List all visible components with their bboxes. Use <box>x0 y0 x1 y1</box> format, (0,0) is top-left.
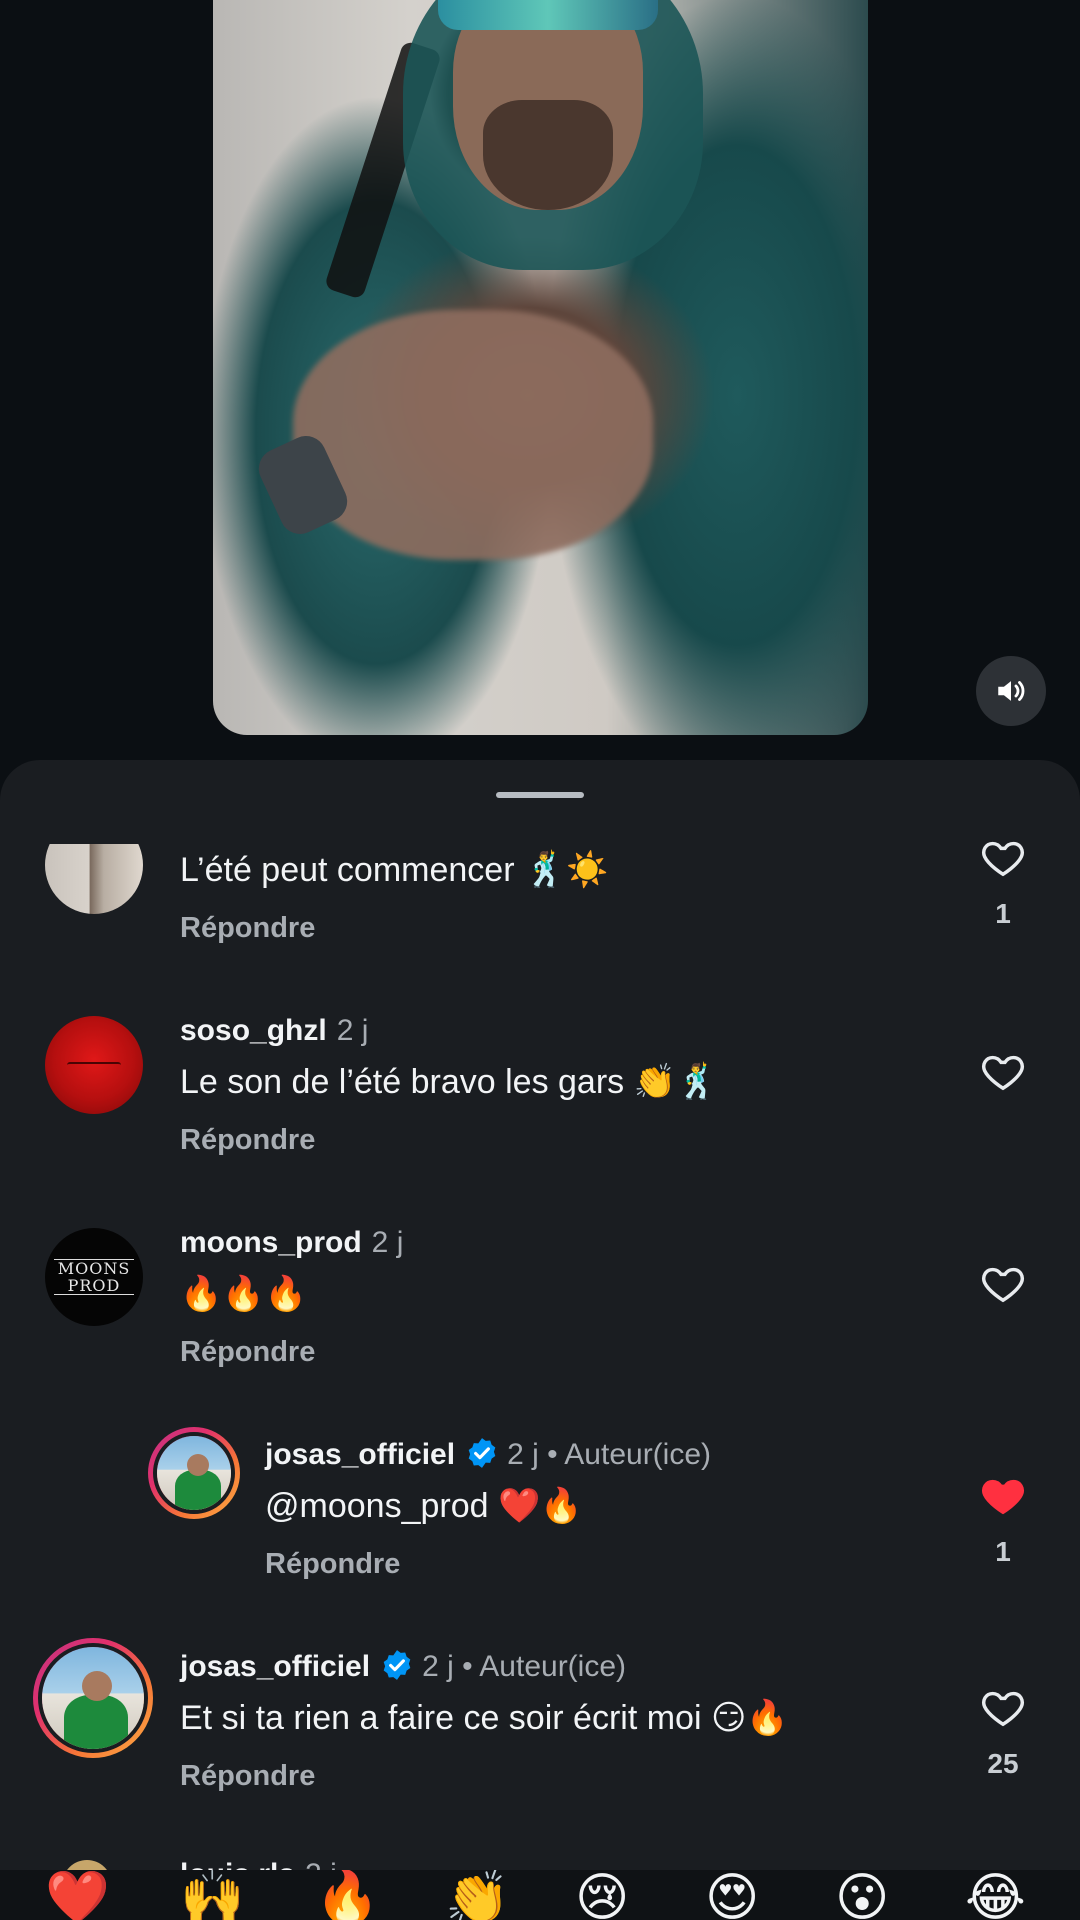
video-beard <box>483 100 613 210</box>
emoji-raised-hands[interactable]: 🙌 <box>180 1870 245 1920</box>
emoji-clap[interactable]: 👏 <box>445 1870 510 1920</box>
comment-text: 🔥🔥🔥 <box>180 1275 308 1313</box>
verified-badge-icon <box>383 1650 411 1680</box>
sound-toggle-button[interactable] <box>976 656 1046 726</box>
avatar[interactable] <box>45 1016 143 1114</box>
emoji-heart[interactable]: ❤️ <box>45 1870 110 1920</box>
heart-icon[interactable] <box>980 1048 1026 1094</box>
comment-header: josas_officiel 2 j • Auteur(ice) <box>265 1438 711 1473</box>
video-area <box>0 0 1080 760</box>
avatar[interactable]: MOONS PROD <box>45 1228 143 1326</box>
reply-button[interactable]: Répondre <box>180 1336 315 1369</box>
comment-time: 2 j <box>422 1650 454 1683</box>
like-count: 25 <box>987 1748 1019 1779</box>
comment-text: @moons_prod ❤️🔥 <box>265 1487 583 1525</box>
heart-filled-icon[interactable] <box>980 1472 1026 1518</box>
comments-sheet: L’été peut commencer 🕺☀️ Répondre 1 soso… <box>0 760 1080 1920</box>
reply-button[interactable]: Répondre <box>180 1760 315 1793</box>
comment-header: soso_ghzl 2 j <box>180 1014 368 1048</box>
emoji-laughing[interactable]: 😂 <box>965 1870 1026 1920</box>
sheet-grabber[interactable] <box>496 792 584 798</box>
comment-time: 2 j <box>371 1226 404 1259</box>
avatar-logo-text: MOONS PROD <box>54 1259 134 1295</box>
author-label: • Auteur(ice) <box>547 1438 712 1471</box>
emoji-heart-eyes[interactable]: 😍 <box>705 1870 759 1920</box>
comment-text: Le son de l’été bravo les gars 👏🕺 <box>180 1063 719 1101</box>
like-count: 1 <box>995 898 1011 929</box>
verified-badge-icon <box>468 1438 496 1468</box>
comment-username[interactable]: soso_ghzl <box>180 1014 327 1047</box>
comment-time: 2 j <box>336 1014 369 1047</box>
comment-username[interactable]: josas_officiel <box>180 1650 370 1683</box>
avatar[interactable] <box>33 1638 153 1758</box>
heart-icon[interactable] <box>980 1260 1026 1306</box>
emoji-surprised[interactable]: 😮 <box>835 1870 889 1920</box>
author-label: • Auteur(ice) <box>462 1650 627 1683</box>
like-count: 1 <box>995 1536 1011 1567</box>
comment-time: 2 j <box>507 1438 539 1471</box>
video-glasses <box>438 0 658 30</box>
reply-button[interactable]: Répondre <box>265 1548 400 1581</box>
emoji-crying[interactable]: 😢 <box>575 1870 629 1920</box>
comment-username[interactable]: josas_officiel <box>265 1438 455 1471</box>
video-hand <box>293 310 653 560</box>
speaker-icon <box>998 681 1025 701</box>
comment-header: moons_prod 2 j <box>180 1226 403 1260</box>
avatar[interactable] <box>148 1427 240 1519</box>
comment-text: Et si ta rien a faire ce soir écrit moi … <box>180 1699 789 1737</box>
reply-button[interactable]: Répondre <box>180 912 315 945</box>
heart-icon[interactable] <box>980 1684 1026 1730</box>
emoji-quick-bar: ❤️ 🙌 🔥 👏 😢 😍 😮 😂 <box>0 1870 1080 1920</box>
video-player[interactable] <box>213 0 868 735</box>
comment-text: L’été peut commencer 🕺☀️ <box>180 851 609 889</box>
reply-button[interactable]: Répondre <box>180 1124 315 1157</box>
heart-icon[interactable] <box>980 834 1026 880</box>
emoji-fire[interactable]: 🔥 <box>315 1870 380 1920</box>
comment-username[interactable]: moons_prod <box>180 1226 362 1259</box>
comment-header: josas_officiel 2 j • Auteur(ice) <box>180 1650 626 1685</box>
avatar[interactable] <box>45 844 143 914</box>
